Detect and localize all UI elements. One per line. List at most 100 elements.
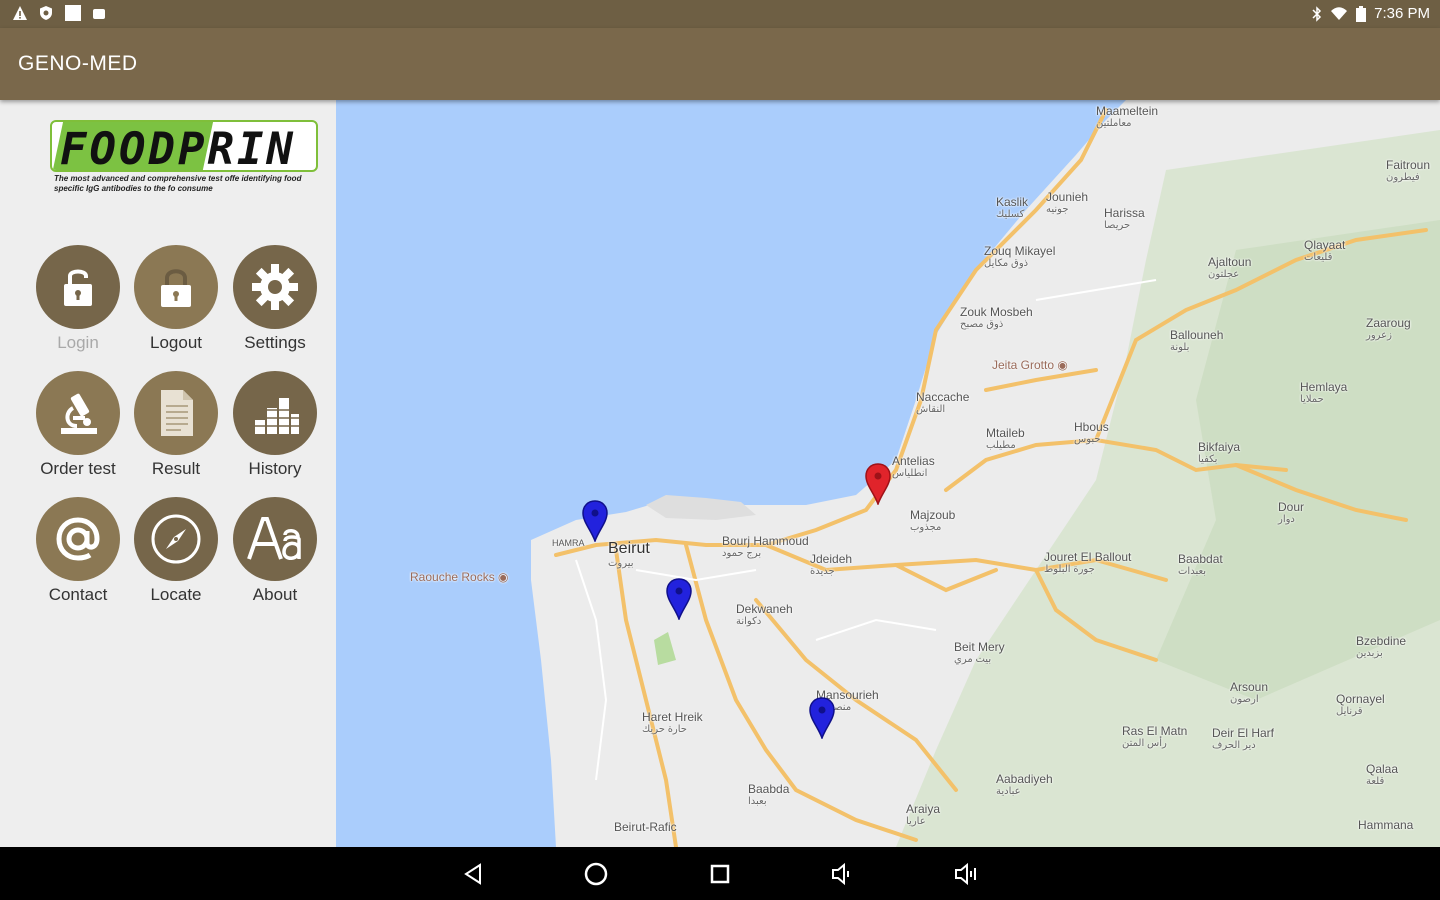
lock-icon	[161, 269, 191, 307]
place-hammana: Hammana	[1358, 818, 1414, 832]
menu-login[interactable]: Login	[30, 245, 126, 360]
place-hbous: Hbous حبوس	[1074, 420, 1109, 445]
place-bourj-hammoud: Bourj Hammoud برج حمود	[722, 534, 809, 559]
place-deir-el-harf: Deir El Harf دير الحرف	[1212, 726, 1275, 751]
status-time: 7:36 PM	[1374, 5, 1430, 22]
menu-order-test[interactable]: Order test	[30, 371, 126, 486]
menu-history-label: History	[248, 459, 302, 478]
place-ballouneh: Ballouneh بلونة	[1170, 328, 1224, 353]
menu-logout[interactable]: Logout	[128, 245, 224, 360]
logo-tagline: The most advanced and comprehensive test…	[54, 174, 302, 193]
place-aabadiyeh: Aabadiyeh عبادية	[996, 772, 1053, 797]
place-hemlaya: Hemlaya حملايا	[1300, 380, 1348, 405]
status-left-icons	[12, 4, 106, 22]
place-baabda: Baabda بعبدا	[748, 782, 790, 807]
contact-circle[interactable]	[36, 497, 120, 581]
clinic-marker-achrafieh[interactable]	[664, 576, 694, 620]
result-circle[interactable]	[134, 371, 218, 455]
map-view[interactable]: Maameltein معاملتين Jounieh جونيه Kaslik كس…	[336, 100, 1440, 847]
shield-icon	[40, 6, 52, 20]
status-bar: 7:36 PM	[0, 0, 1440, 28]
place-qlayaat: Qlayaat قليعات	[1304, 238, 1346, 263]
clinic-marker-hamra[interactable]	[580, 498, 610, 542]
volume-up-icon	[955, 862, 976, 886]
place-jeita-grotto[interactable]: Jeita Grotto ◉	[992, 358, 1068, 372]
place-beirut-rafic: Beirut-Rafic	[614, 820, 677, 834]
logo-brand: FOODPRIN	[60, 124, 296, 172]
app-title: GENO-MED	[18, 52, 138, 75]
locate-circle[interactable]	[134, 497, 218, 581]
menu-locate[interactable]: Locate	[128, 497, 224, 612]
unlock-icon	[64, 269, 92, 306]
compass-icon	[151, 514, 201, 564]
gear-icon	[252, 264, 298, 310]
back-icon	[464, 863, 481, 885]
place-jouret-el-ballout: Jouret El Ballout جورة البلوط	[1044, 550, 1132, 575]
home-icon	[584, 862, 608, 886]
place-kaslik: Kaslik كسليك	[996, 195, 1029, 220]
logout-circle[interactable]	[134, 245, 218, 329]
place-beit-mery: Beit Mery بيت مري	[954, 640, 1005, 665]
place-araiya: Araiya عاريا	[906, 802, 941, 827]
at-sign-icon	[56, 517, 100, 561]
menu-about-label: About	[252, 585, 298, 604]
place-baabdat: Baabdat بعبدات	[1178, 552, 1223, 577]
menu-contact[interactable]: Contact	[30, 497, 126, 612]
place-maameltein: Maameltein معاملتين	[1096, 104, 1159, 129]
document-icon	[161, 390, 193, 436]
foodprint-logo: FOODPRIN The most advanced and comprehen…	[50, 120, 320, 210]
status-right: 7:36 PM	[1312, 5, 1430, 22]
place-harissa: Harissa حريصا	[1104, 206, 1145, 231]
place-bikfaiya: Bikfaiya بكفيا	[1198, 440, 1241, 465]
bluetooth-icon	[1312, 5, 1322, 22]
place-faitroun: Faitroun فيطرون	[1386, 158, 1431, 183]
place-antelias: Antelias انطلياس	[892, 454, 935, 479]
order-test-circle[interactable]	[36, 371, 120, 455]
settings-circle[interactable]	[233, 245, 317, 329]
place-jounieh: Jounieh جونيه	[1046, 190, 1089, 215]
home-button[interactable]	[581, 859, 611, 889]
font-icon	[247, 517, 301, 560]
place-raouche-rocks[interactable]: Raouche Rocks ◉	[410, 570, 509, 584]
clinic-marker-mansourieh[interactable]	[807, 695, 837, 739]
app-bar: GENO-MED	[0, 28, 1440, 100]
battery-icon	[1356, 5, 1367, 22]
menu-history[interactable]: History	[227, 371, 323, 486]
place-majzoub: Majzoub مجذوب	[910, 508, 956, 533]
menu-settings-label: Settings	[244, 333, 306, 352]
menu-result[interactable]: Result	[128, 371, 224, 486]
place-dekwaneh: Dekwaneh دكوانة	[736, 602, 793, 627]
place-jdeideh: Jdeideh جديدة	[810, 552, 853, 577]
place-dour: Dour دوار	[1278, 500, 1305, 525]
current-location-marker[interactable]	[863, 461, 893, 505]
place-mtaileb: Mtaileb مطيلب	[986, 426, 1025, 451]
history-circle[interactable]	[233, 371, 317, 455]
login-circle[interactable]	[36, 245, 120, 329]
volume-down-icon	[832, 862, 849, 886]
place-zouk-mosbeh: Zouk Mosbeh ذوق مصبح	[960, 305, 1033, 330]
warning-icon	[13, 6, 27, 20]
robot-icon	[93, 9, 105, 19]
volume-down-button[interactable]	[828, 859, 858, 889]
recents-icon	[710, 864, 730, 884]
back-button[interactable]	[458, 859, 488, 889]
place-zouq-mikayel: Zouq Mikayel ذوق مكايل	[984, 244, 1056, 269]
about-circle[interactable]	[233, 497, 317, 581]
wifi-icon	[1331, 6, 1348, 20]
menu-settings[interactable]: Settings	[227, 245, 323, 360]
sidebar: FOODPRIN The most advanced and comprehen…	[0, 100, 336, 847]
place-naccache: Naccache النقاش	[916, 390, 970, 415]
logo-box: FOODPRIN	[50, 120, 318, 172]
volume-up-button[interactable]	[952, 859, 982, 889]
microscope-icon	[61, 393, 97, 434]
place-haret-hreik: Haret Hreik حارة حريك	[642, 710, 703, 735]
square-icon	[65, 5, 81, 21]
place-ras-el-matn: Ras El Matn رأس المتن	[1122, 724, 1188, 749]
place-beirut: Beirut بيروت	[608, 540, 650, 569]
menu-about[interactable]: About	[227, 497, 323, 612]
place-qornayel: Qornayel قرنايل	[1336, 692, 1385, 717]
place-arsoun: Arsoun ارصون	[1230, 680, 1269, 705]
recents-button[interactable]	[705, 859, 735, 889]
place-zaaroug: Zaaroug زعرور	[1366, 316, 1411, 341]
place-qalaa: Qalaa قلعة	[1366, 762, 1399, 787]
